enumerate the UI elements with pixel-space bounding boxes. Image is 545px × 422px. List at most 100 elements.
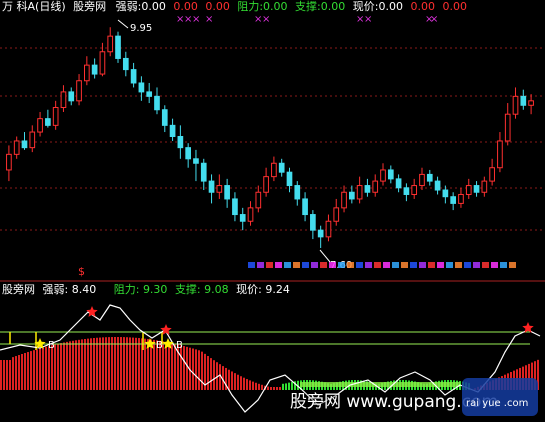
candle-body (232, 198, 238, 216)
indicator-histogram-bar (36, 349, 38, 390)
candle-body (372, 180, 379, 193)
text-band-glyph (383, 262, 390, 268)
text-band-glyph (437, 262, 444, 268)
resistance-label: 阻力: (237, 0, 264, 13)
text-band-glyph (338, 262, 345, 268)
indicator-histogram-bar (270, 387, 272, 390)
text-band-glyph (302, 262, 309, 268)
candle-body (325, 220, 332, 238)
indicator-histogram-bar (39, 348, 41, 390)
candle-body (247, 207, 254, 222)
text-band-glyph (410, 262, 417, 268)
indicator-histogram-bar (12, 357, 14, 390)
buy-label: B (156, 340, 163, 351)
indicator-histogram-bar (48, 345, 50, 390)
candle-body (395, 178, 402, 189)
candle-body (60, 91, 67, 109)
candle-body (130, 69, 137, 84)
indicator-histogram-bar (243, 377, 245, 390)
watermark-logo: rai yue .com (462, 378, 538, 416)
indicator-support-label: 支撑: (174, 283, 201, 296)
red-value-3: 0.00 (410, 0, 435, 13)
indicator-histogram-bar (84, 338, 86, 390)
candle-body (419, 173, 425, 187)
candle-body (426, 173, 433, 182)
cross-marker: × (262, 14, 270, 25)
indicator-histogram-bar (273, 387, 275, 390)
candle-body (193, 158, 199, 164)
text-band-glyph (401, 262, 408, 268)
indicator-histogram-bar (75, 340, 77, 390)
indicator-histogram-bar (186, 346, 188, 390)
indicator-histogram-bar (126, 337, 128, 390)
text-band-glyph (464, 262, 471, 268)
dollar-marker: $ (78, 265, 85, 278)
indicator-histogram-bar (234, 373, 236, 390)
cross-marker: × (430, 14, 438, 25)
candle-body (481, 180, 488, 193)
indicator-histogram-bar (105, 337, 107, 390)
candle-body (387, 169, 394, 180)
candle-body (76, 80, 82, 102)
text-band-glyph (491, 262, 498, 268)
candle-body (302, 198, 308, 216)
cross-marker: × (205, 14, 213, 25)
candle-body (504, 113, 511, 142)
indicator-histogram-bar (81, 339, 83, 390)
text-band-glyph (500, 262, 507, 268)
indicator-histogram-bar (57, 343, 59, 390)
indicator-histogram-bar (168, 342, 170, 390)
indicator-histogram-bar (171, 343, 173, 390)
text-band-glyph (428, 262, 435, 268)
indicator-histogram-bar (102, 337, 104, 390)
text-band-glyph (473, 262, 480, 268)
candle-body (520, 95, 527, 106)
candle-body (37, 118, 43, 133)
candle-body (442, 189, 449, 198)
text-band-glyph (248, 262, 255, 268)
indicator-histogram-bar (213, 360, 215, 390)
indicator-resistance-value: 9.30 (142, 283, 168, 296)
candle-body (278, 162, 285, 173)
indicator-histogram-bar (18, 355, 20, 390)
indicator-histogram-bar (198, 350, 200, 390)
candle-body (364, 185, 371, 193)
text-band-glyph (374, 262, 381, 268)
indicator-histogram-bar (54, 344, 56, 390)
indicator-histogram-bar (261, 384, 263, 390)
indicator-histogram-bar (114, 337, 116, 390)
indicator-histogram-bar (180, 345, 182, 390)
indicator-histogram-bar (96, 337, 98, 390)
text-band-glyph (284, 262, 291, 268)
indicator-histogram-bar (207, 356, 209, 390)
text-band-glyph (347, 262, 354, 268)
candle-body (6, 153, 12, 171)
indicator-histogram-bar (276, 387, 278, 390)
top-info-bar: 万 科A(日线) 股旁网 强弱:0.00 0.00 0.00 阻力:0.00 支… (2, 0, 467, 14)
candle-body (239, 214, 246, 222)
indicator-histogram-bar (267, 386, 269, 390)
candle-body (294, 185, 301, 200)
candle-body (255, 191, 262, 209)
indicator-histogram-bar (42, 347, 44, 390)
candle-body (224, 185, 230, 200)
candle-body (45, 118, 51, 126)
indicator-histogram-bar (87, 338, 89, 390)
indicator-histogram-bar (195, 349, 197, 390)
candle-body (528, 100, 534, 106)
indicator-price-value: 9.24 (265, 283, 290, 296)
chart-stage: 9.957.60$××××××××××BBB 万 科A(日线) 股旁网 强弱:0… (0, 0, 545, 422)
indicator-strength-label: 强弱: (42, 283, 69, 296)
indicator-histogram-bar (231, 371, 233, 390)
candle-body (473, 185, 480, 193)
support-value: 0.00 (320, 0, 346, 13)
candle-body (411, 185, 418, 195)
price-value: 0.00 (378, 0, 403, 13)
candle-body (99, 51, 106, 75)
candle-body (310, 214, 316, 231)
candle-body (341, 191, 347, 209)
indicator-histogram-bar (132, 337, 134, 390)
indicator-histogram-bar (108, 337, 110, 390)
candle-body (107, 35, 114, 53)
candle-body (403, 187, 410, 195)
